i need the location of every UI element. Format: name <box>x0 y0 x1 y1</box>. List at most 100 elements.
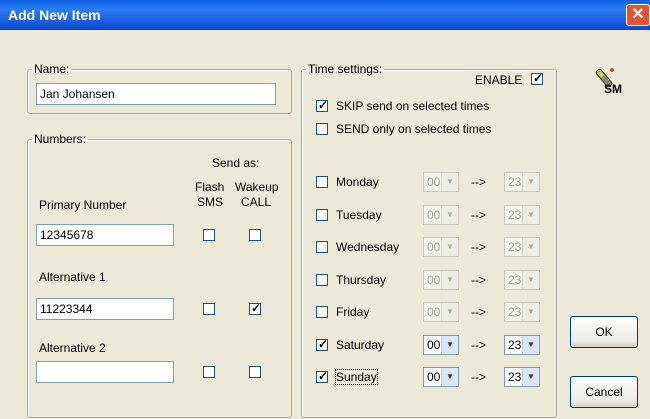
range-arrow: --> <box>471 175 486 189</box>
day-checkbox-6[interactable]: ✓ <box>316 369 329 383</box>
from-hour-select-0[interactable]: 00 ▼ <box>423 172 459 192</box>
day-label: Thursday <box>336 273 387 287</box>
combo-value: 23 <box>508 273 522 287</box>
combo-value: 00 <box>427 305 441 319</box>
to-hour-select-2[interactable]: 23 ▼ <box>504 237 540 257</box>
to-hour-select-5[interactable]: 23 ▼ <box>504 335 540 355</box>
call-header: CALL <box>241 195 272 209</box>
chevron-down-icon: ▼ <box>522 368 539 386</box>
close-icon: ✕ <box>631 6 645 23</box>
primary-wakeup-checkbox[interactable]: ✓ <box>249 229 261 241</box>
chevron-down-icon: ▼ <box>441 206 458 224</box>
logo-text: SM <box>604 82 622 96</box>
range-arrow: --> <box>471 338 486 352</box>
combo-value: 23 <box>508 208 522 222</box>
from-hour-select-2[interactable]: 00 ▼ <box>423 237 459 257</box>
day-label: Wednesday <box>336 240 400 254</box>
range-arrow: --> <box>471 240 486 254</box>
chevron-down-icon: ▼ <box>441 368 458 386</box>
check-icon: ✓ <box>317 337 329 351</box>
combo-value: 23 <box>508 338 522 352</box>
alternative-1-input[interactable] <box>36 298 174 320</box>
alternative-2-input[interactable] <box>36 361 174 383</box>
alt1-flash-checkbox[interactable]: ✓ <box>203 303 215 315</box>
time-settings-legend: Time settings: <box>308 62 383 76</box>
numbers-legend: Numbers: <box>34 132 87 146</box>
sm-logo: SM <box>590 66 630 96</box>
enable-checkbox[interactable]: ✓ <box>531 71 544 85</box>
combo-value: 23 <box>508 305 522 319</box>
dialog-body: Name: Numbers: Send as: Flash SMS Wakeup… <box>0 30 650 419</box>
combo-value: 00 <box>427 175 441 189</box>
combo-value: 23 <box>508 370 522 384</box>
name-legend: Name: <box>34 62 70 76</box>
check-icon: ✓ <box>250 301 262 315</box>
to-hour-select-0[interactable]: 23 ▼ <box>504 172 540 192</box>
primary-flash-checkbox[interactable]: ✓ <box>203 229 215 241</box>
to-hour-select-1[interactable]: 23 ▼ <box>504 205 540 225</box>
chevron-down-icon: ▼ <box>441 336 458 354</box>
alt2-wakeup-checkbox[interactable]: ✓ <box>249 366 261 378</box>
day-checkbox-0[interactable]: ✓ <box>316 176 328 188</box>
check-icon: ✓ <box>317 98 329 112</box>
to-hour-select-4[interactable]: 23 ▼ <box>504 302 540 322</box>
combo-value: 23 <box>508 175 522 189</box>
send-only-checkbox[interactable]: ✓ <box>316 123 328 135</box>
alternative-1-label: Alternative 1 <box>39 270 106 284</box>
from-hour-select-6[interactable]: 00 ▼ <box>423 367 459 387</box>
sms-header: SMS <box>197 195 224 209</box>
enable-label: ENABLE <box>475 73 523 87</box>
day-checkbox-5[interactable]: ✓ <box>316 337 329 351</box>
combo-value: 00 <box>427 208 441 222</box>
flash-header: Flash <box>195 180 225 194</box>
window-title: Add New Item <box>8 7 101 23</box>
check-icon: ✓ <box>532 71 544 85</box>
skip-send-checkbox[interactable]: ✓ <box>316 98 329 112</box>
chevron-down-icon: ▼ <box>441 271 458 289</box>
combo-value: 23 <box>508 240 522 254</box>
combo-value: 00 <box>427 370 441 384</box>
chevron-down-icon: ▼ <box>522 303 539 321</box>
from-hour-select-3[interactable]: 00 ▼ <box>423 270 459 290</box>
title-bar[interactable]: Add New Item ✕ <box>0 0 650 30</box>
alt2-flash-checkbox[interactable]: ✓ <box>203 366 215 378</box>
name-input[interactable] <box>36 83 276 105</box>
day-label: Friday <box>336 305 370 319</box>
send-as-label: Send as: <box>212 156 260 170</box>
from-hour-select-5[interactable]: 00 ▼ <box>423 335 459 355</box>
cancel-button[interactable]: Cancel <box>570 376 638 408</box>
day-label: Monday <box>336 175 379 189</box>
wakeup-header: Wakeup <box>235 180 279 194</box>
chevron-down-icon: ▼ <box>522 206 539 224</box>
combo-value: 00 <box>427 338 441 352</box>
range-arrow: --> <box>471 370 486 384</box>
primary-number-input[interactable] <box>36 224 174 246</box>
chevron-down-icon: ▼ <box>441 303 458 321</box>
send-only-label: SEND only on selected times <box>336 122 492 136</box>
chevron-down-icon: ▼ <box>441 238 458 256</box>
primary-number-label: Primary Number <box>39 198 127 212</box>
skip-send-label: SKIP send on selected times <box>336 99 490 113</box>
combo-value: 00 <box>427 240 441 254</box>
chevron-down-icon: ▼ <box>522 336 539 354</box>
alt1-wakeup-checkbox[interactable]: ✓ <box>249 301 262 315</box>
day-label: Saturday <box>336 338 385 352</box>
check-icon: ✓ <box>317 369 329 383</box>
day-checkbox-3[interactable]: ✓ <box>316 274 328 286</box>
from-hour-select-4[interactable]: 00 ▼ <box>423 302 459 322</box>
day-label: Tuesday <box>336 208 382 222</box>
day-label: Sunday <box>335 369 378 385</box>
range-arrow: --> <box>471 208 486 222</box>
day-checkbox-4[interactable]: ✓ <box>316 306 328 318</box>
day-checkbox-1[interactable]: ✓ <box>316 209 328 221</box>
to-hour-select-6[interactable]: 23 ▼ <box>504 367 540 387</box>
range-arrow: --> <box>471 273 486 287</box>
from-hour-select-1[interactable]: 00 ▼ <box>423 205 459 225</box>
chevron-down-icon: ▼ <box>441 173 458 191</box>
day-checkbox-2[interactable]: ✓ <box>316 241 328 253</box>
combo-value: 00 <box>427 273 441 287</box>
to-hour-select-3[interactable]: 23 ▼ <box>504 270 540 290</box>
ok-button[interactable]: OK <box>570 316 638 348</box>
close-button[interactable]: ✕ <box>626 4 650 26</box>
chevron-down-icon: ▼ <box>522 238 539 256</box>
